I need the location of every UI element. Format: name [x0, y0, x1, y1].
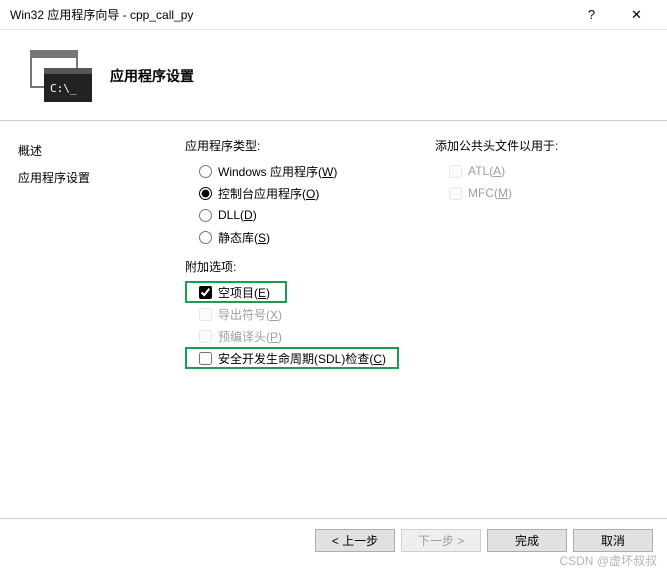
window-title: Win32 应用程序向导 - cpp_call_py — [10, 6, 569, 23]
checkbox-empty-project-input[interactable] — [199, 286, 212, 299]
radio-static-lib-label: 静态库(S) — [218, 229, 270, 246]
radio-console-app[interactable]: 控制台应用程序(O) — [185, 182, 415, 204]
radio-console-app-input[interactable] — [199, 187, 212, 200]
checkbox-precompiled-header-input — [199, 330, 212, 343]
radio-windows-app-label: Windows 应用程序(W) — [218, 163, 337, 180]
radio-dll[interactable]: DLL(D) — [185, 204, 415, 226]
close-button[interactable]: ✕ — [614, 0, 659, 30]
radio-dll-label: DLL(D) — [218, 208, 257, 222]
radio-static-lib-input[interactable] — [199, 231, 212, 244]
left-column: 应用程序类型: Windows 应用程序(W) 控制台应用程序(O) DLL(D… — [185, 137, 415, 518]
finish-button[interactable]: 完成 — [487, 529, 567, 552]
checkbox-atl-label: ATL(A) — [468, 164, 505, 178]
console-icon: C:\_ — [30, 50, 92, 102]
checkbox-sdl-check-label: 安全开发生命周期(SDL)检查(C) — [218, 350, 386, 367]
radio-static-lib[interactable]: 静态库(S) — [185, 226, 415, 248]
radio-windows-app-input[interactable] — [199, 165, 212, 178]
sidebar: 概述 应用程序设置 — [0, 121, 175, 518]
titlebar: Win32 应用程序向导 - cpp_call_py ? ✕ — [0, 0, 667, 30]
help-button[interactable]: ? — [569, 0, 614, 30]
checkbox-mfc-label: MFC(M) — [468, 186, 512, 200]
page-title: 应用程序设置 — [110, 66, 194, 86]
checkbox-atl: ATL(A) — [435, 160, 667, 182]
next-button: 下一步 > — [401, 529, 481, 552]
add-headers-label: 添加公共头文件以用于: — [435, 137, 667, 154]
checkbox-export-symbols-input — [199, 308, 212, 321]
content: 应用程序类型: Windows 应用程序(W) 控制台应用程序(O) DLL(D… — [175, 121, 667, 518]
checkbox-sdl-check-input[interactable] — [199, 352, 212, 365]
checkbox-export-symbols-label: 导出符号(X) — [218, 306, 282, 323]
checkbox-mfc-input — [449, 187, 462, 200]
checkbox-empty-project[interactable]: 空项目(E) — [185, 281, 287, 303]
checkbox-empty-project-label: 空项目(E) — [218, 284, 270, 301]
right-column: 添加公共头文件以用于: ATL(A) MFC(M) — [415, 137, 667, 518]
checkbox-atl-input — [449, 165, 462, 178]
checkbox-sdl-check[interactable]: 安全开发生命周期(SDL)检查(C) — [185, 347, 399, 369]
wizard-header: C:\_ 应用程序设置 — [0, 30, 667, 121]
sidebar-item-overview[interactable]: 概述 — [18, 137, 175, 164]
prev-button[interactable]: < 上一步 — [315, 529, 395, 552]
cancel-button[interactable]: 取消 — [573, 529, 653, 552]
checkbox-mfc: MFC(M) — [435, 182, 667, 204]
extra-options-label: 附加选项: — [185, 258, 415, 275]
app-type-label: 应用程序类型: — [185, 137, 415, 154]
watermark: CSDN @虚坏叔叔 — [559, 552, 657, 569]
sidebar-item-settings[interactable]: 应用程序设置 — [18, 164, 175, 191]
radio-windows-app[interactable]: Windows 应用程序(W) — [185, 160, 415, 182]
window-controls: ? ✕ — [569, 0, 659, 30]
radio-dll-input[interactable] — [199, 209, 212, 222]
footer: < 上一步 下一步 > 完成 取消 — [0, 519, 667, 552]
checkbox-precompiled-header: 预编译头(P) — [185, 325, 415, 347]
radio-console-app-label: 控制台应用程序(O) — [218, 185, 319, 202]
checkbox-export-symbols: 导出符号(X) — [185, 303, 415, 325]
checkbox-precompiled-header-label: 预编译头(P) — [218, 328, 282, 345]
body: 概述 应用程序设置 应用程序类型: Windows 应用程序(W) 控制台应用程… — [0, 121, 667, 519]
